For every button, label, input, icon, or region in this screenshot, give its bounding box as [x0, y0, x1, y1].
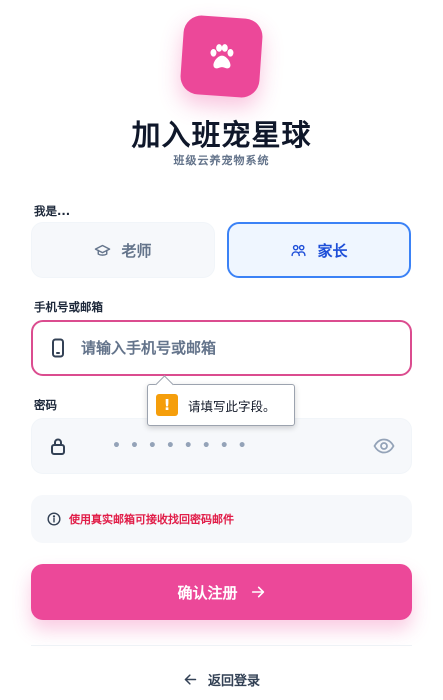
validation-message: 请填写此字段。: [188, 398, 276, 414]
password-input[interactable]: ••••••••: [112, 438, 256, 454]
submit-button[interactable]: 确认注册: [31, 564, 412, 620]
password-label: 密码: [34, 398, 57, 412]
users-icon: [291, 244, 307, 256]
divider: [31, 645, 412, 646]
back-to-login-label: 返回登录: [207, 674, 260, 689]
submit-label: 确认注册: [177, 583, 238, 602]
contact-input[interactable]: [81, 322, 360, 374]
app-logo: [179, 14, 264, 99]
graduation-cap-icon: [95, 244, 111, 256]
validation-tooltip: ! 请填写此字段。: [147, 384, 295, 426]
role-parent-button[interactable]: 家长: [227, 222, 411, 278]
role-label: 我是...: [34, 204, 71, 218]
arrow-right-icon: [251, 586, 264, 598]
page-title: 加入班宠星球: [131, 118, 312, 152]
phone-icon: [51, 338, 65, 358]
notice-text: 使用真实邮箱可接收找回密码邮件: [69, 513, 234, 526]
role-parent-label: 家长: [317, 241, 348, 260]
paw-icon: [210, 43, 233, 68]
lock-icon: [50, 437, 66, 455]
password-field[interactable]: ••••••••: [31, 418, 412, 474]
role-teacher-button[interactable]: 老师: [31, 222, 215, 278]
warning-icon: !: [156, 394, 178, 416]
notice-box: 使用真实邮箱可接收找回密码邮件: [31, 495, 412, 543]
back-to-login-link[interactable]: 返回登录: [0, 670, 443, 689]
role-teacher-label: 老师: [121, 241, 152, 260]
info-icon: [47, 512, 61, 526]
contact-field: [31, 320, 412, 376]
eye-icon[interactable]: [373, 438, 395, 454]
contact-label: 手机号或邮箱: [34, 300, 103, 314]
arrow-left-icon: [184, 674, 197, 685]
page-subtitle: 班级云养宠物系统: [173, 154, 270, 167]
